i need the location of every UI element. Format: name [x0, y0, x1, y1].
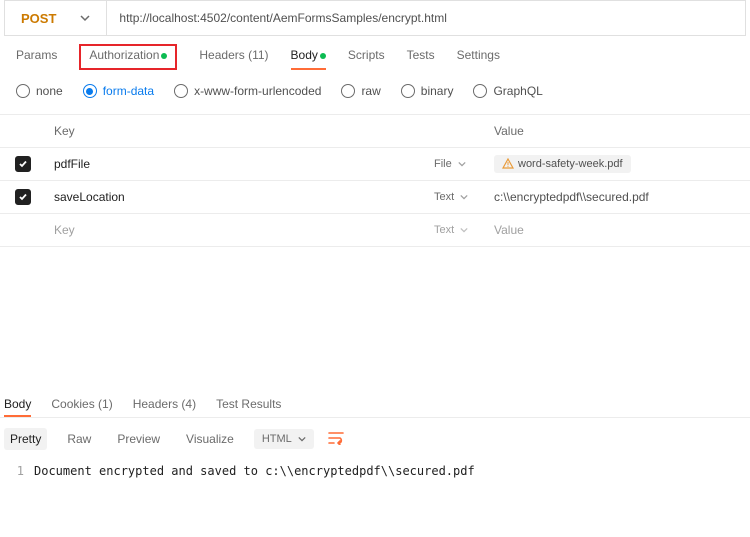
table-header-value: Value: [486, 124, 750, 138]
res-tab-body[interactable]: Body: [4, 397, 31, 417]
check-icon: [18, 192, 28, 202]
row-checkbox-cell: [0, 156, 46, 172]
radio-binary-label: binary: [421, 84, 454, 98]
body-type-radio-group: none form-data x-www-form-urlencoded raw…: [0, 70, 750, 110]
response-language-select[interactable]: HTML: [254, 429, 314, 449]
row-key-input[interactable]: Key: [46, 223, 426, 237]
res-tab-cookies-label: Cookies: [51, 397, 94, 411]
table-row: pdfFile File word-safety-week.pdf: [0, 148, 750, 181]
http-method-select[interactable]: POST: [5, 1, 107, 35]
radio-binary[interactable]: binary: [401, 84, 454, 98]
chevron-down-icon: [460, 193, 468, 201]
row-type-select[interactable]: Text: [426, 191, 486, 203]
radio-form-data-label: form-data: [103, 84, 154, 98]
request-tabs: Params Authorization Headers (11) Body S…: [0, 36, 750, 70]
response-toolbar: Pretty Raw Preview Visualize HTML: [0, 417, 750, 460]
request-url-text: http://localhost:4502/content/AemFormsSa…: [119, 11, 447, 25]
radio-raw-label: raw: [361, 84, 380, 98]
http-method-label: POST: [21, 11, 56, 26]
form-data-table: Key Value pdfFile File word-safety-week.…: [0, 114, 750, 247]
wrap-lines-button[interactable]: [328, 431, 344, 448]
response-tabs: Body Cookies (1) Headers (4) Test Result…: [0, 387, 750, 417]
tab-headers[interactable]: Headers (11): [199, 48, 268, 70]
empty-space: [0, 247, 750, 387]
row-type-select[interactable]: File: [426, 158, 486, 170]
table-row: saveLocation Text c:\\encryptedpdf\\secu…: [0, 181, 750, 214]
tab-body[interactable]: Body: [291, 48, 326, 70]
res-tab-headers[interactable]: Headers (4): [133, 397, 196, 417]
view-mode-pretty[interactable]: Pretty: [4, 428, 47, 450]
radio-urlencoded[interactable]: x-www-form-urlencoded: [174, 84, 321, 98]
check-icon: [18, 159, 28, 169]
row-value-input[interactable]: c:\\encryptedpdf\\secured.pdf: [486, 190, 750, 204]
radio-form-data[interactable]: form-data: [83, 84, 154, 98]
response-body-editor[interactable]: 1 Document encrypted and saved to c:\\en…: [0, 460, 750, 482]
chevron-down-icon: [458, 160, 466, 168]
view-mode-visualize[interactable]: Visualize: [180, 428, 240, 450]
radio-urlencoded-label: x-www-form-urlencoded: [194, 84, 321, 98]
file-chip-name: word-safety-week.pdf: [518, 158, 623, 170]
radio-none[interactable]: none: [16, 84, 63, 98]
row-type-label: Text: [434, 224, 454, 236]
chevron-down-icon: [460, 226, 468, 234]
line-number: 1: [0, 464, 34, 478]
res-tab-cookies-count: (1): [95, 397, 113, 411]
row-type-label: File: [434, 158, 452, 170]
row-type-select[interactable]: Text: [426, 224, 486, 236]
response-language-label: HTML: [262, 433, 292, 445]
row-type-label: Text: [434, 191, 454, 203]
tab-params[interactable]: Params: [16, 48, 57, 70]
tab-authorization-label: Authorization: [89, 48, 159, 62]
radio-graphql-label: GraphQL: [493, 84, 542, 98]
row-key-input[interactable]: pdfFile: [46, 157, 426, 171]
row-value-input[interactable]: word-safety-week.pdf: [486, 155, 750, 173]
tab-headers-label: Headers: [199, 48, 244, 62]
row-checkbox[interactable]: [15, 156, 31, 172]
res-tab-headers-label: Headers: [133, 397, 178, 411]
row-value-input[interactable]: Value: [486, 223, 750, 237]
warning-icon: [502, 158, 514, 170]
row-checkbox[interactable]: [15, 189, 31, 205]
tab-headers-count: (11): [245, 48, 269, 62]
radio-none-label: none: [36, 84, 63, 98]
status-dot-icon: [320, 53, 326, 59]
response-body-text: Document encrypted and saved to c:\\encr…: [34, 464, 475, 478]
view-mode-preview[interactable]: Preview: [111, 428, 166, 450]
tab-settings[interactable]: Settings: [457, 48, 500, 70]
table-header-key: Key: [46, 124, 426, 138]
chevron-down-icon: [298, 435, 306, 443]
table-header-row: Key Value: [0, 115, 750, 148]
res-tab-cookies[interactable]: Cookies (1): [51, 397, 112, 417]
res-tab-headers-count: (4): [178, 397, 196, 411]
res-tab-test-results[interactable]: Test Results: [216, 397, 281, 417]
radio-graphql[interactable]: GraphQL: [473, 84, 542, 98]
status-dot-icon: [161, 53, 167, 59]
tab-tests[interactable]: Tests: [407, 48, 435, 70]
tab-authorization[interactable]: Authorization: [79, 44, 177, 70]
radio-raw[interactable]: raw: [341, 84, 380, 98]
view-mode-raw[interactable]: Raw: [61, 428, 97, 450]
chevron-down-icon: [80, 13, 90, 23]
request-url-input[interactable]: http://localhost:4502/content/AemFormsSa…: [107, 1, 745, 35]
table-row-placeholder: Key Text Value: [0, 214, 750, 247]
request-bar: POST http://localhost:4502/content/AemFo…: [4, 0, 746, 36]
file-chip[interactable]: word-safety-week.pdf: [494, 155, 631, 173]
wrap-icon: [328, 431, 344, 445]
tab-scripts[interactable]: Scripts: [348, 48, 385, 70]
row-checkbox-cell: [0, 189, 46, 205]
row-key-input[interactable]: saveLocation: [46, 190, 426, 204]
tab-body-label: Body: [291, 48, 318, 62]
